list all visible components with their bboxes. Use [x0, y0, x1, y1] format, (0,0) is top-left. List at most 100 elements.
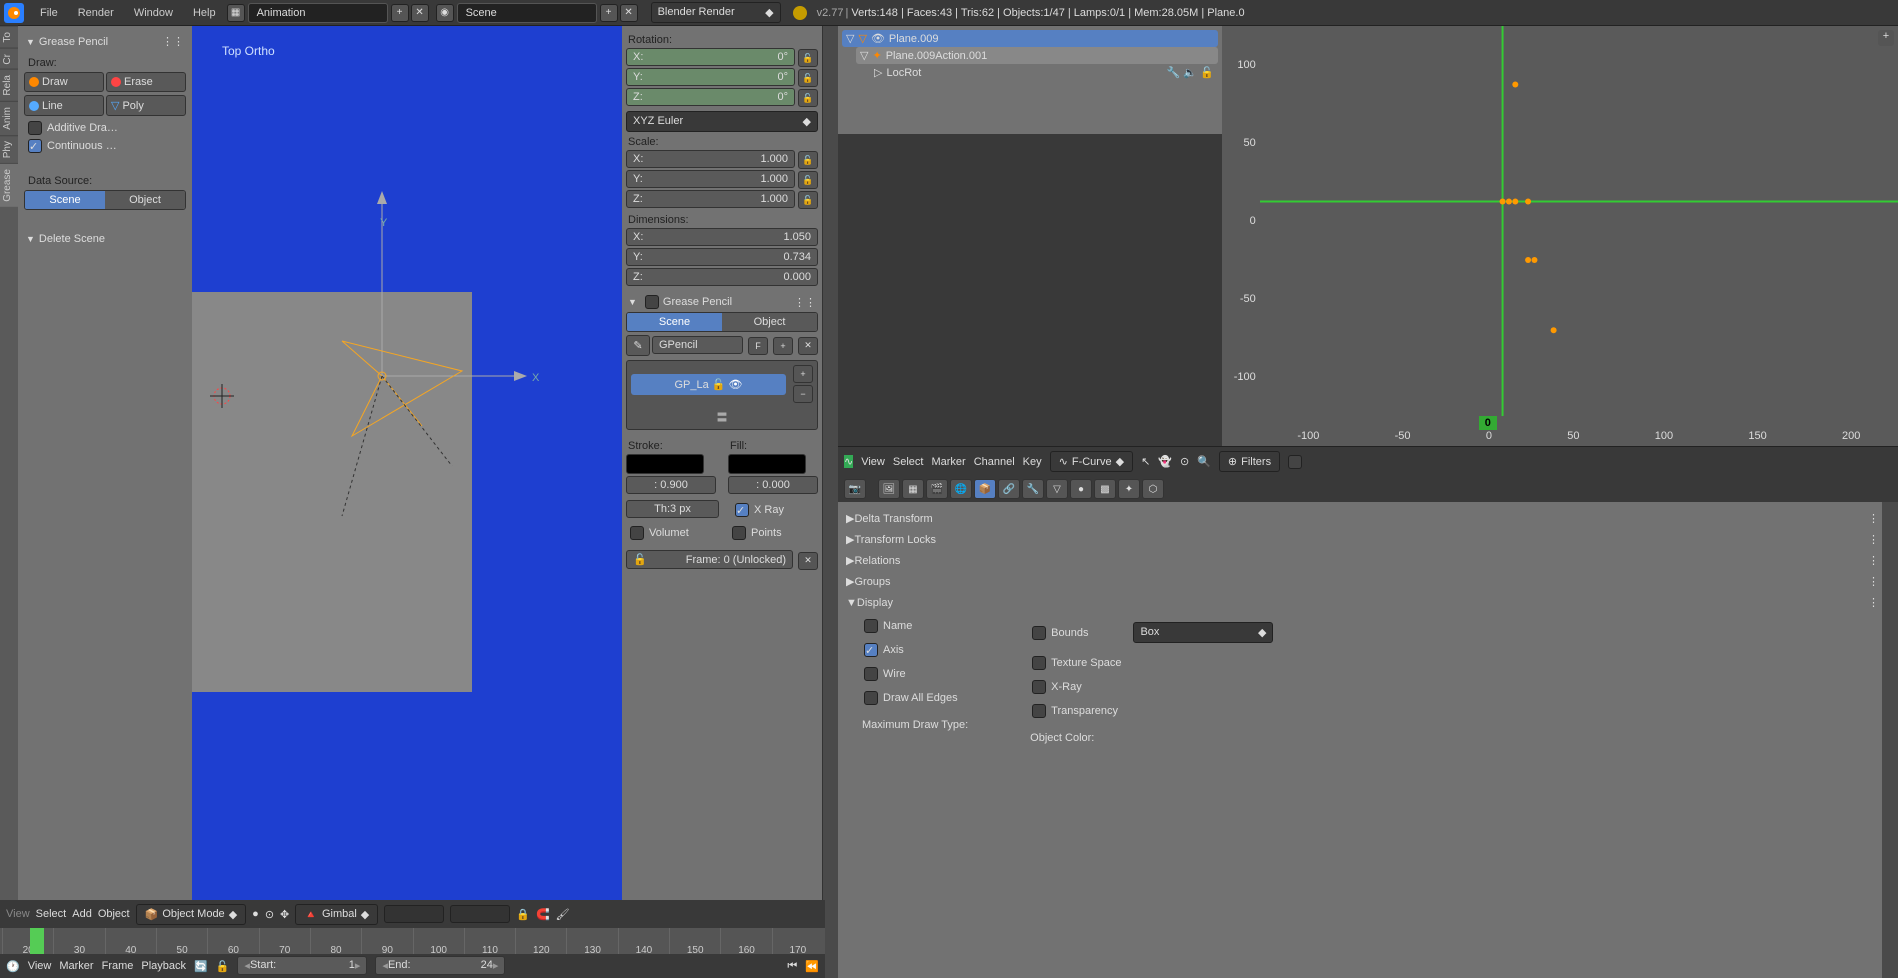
scale-y-field[interactable]: Y:1.000 [626, 170, 795, 188]
gp-datablock-field[interactable]: GPencil [652, 336, 743, 354]
outliner-locrot-row[interactable]: ▷LocRot🔧 🔈 🔓 [870, 64, 1218, 81]
graph-filters-button[interactable]: ⊕ Filters [1219, 451, 1280, 472]
properties-scrollbar[interactable] [1882, 502, 1898, 978]
scene-name-field[interactable]: Scene [457, 3, 597, 23]
gp-layer-remove[interactable]: − [793, 385, 813, 403]
vtab-relations[interactable]: Rela [0, 69, 18, 101]
start-frame-field[interactable]: ◂Start:1▸ [237, 956, 367, 975]
timeline-type-icon[interactable]: 🕐 [6, 960, 20, 973]
gp-line-button[interactable]: Line [24, 95, 104, 116]
display-bounds-checkbox[interactable]: BoundsBox◆ [1028, 617, 1277, 648]
graph-filter-check[interactable] [1288, 455, 1302, 469]
prop-tab-scene[interactable]: 🎬 [926, 479, 948, 499]
grease-pencil-panel-header[interactable]: ▼Grease Pencil⋮⋮ [24, 32, 186, 51]
gp-browse-icon[interactable]: ✎ [626, 335, 650, 356]
frame-lock-field[interactable]: 🔓 Frame: 0 (Unlocked) [626, 550, 793, 569]
menu-window[interactable]: Window [124, 3, 183, 23]
graph-menu-channel[interactable]: Channel [974, 456, 1015, 468]
stroke-color-swatch[interactable] [626, 454, 704, 474]
jump-start-button[interactable]: ⏮ [787, 960, 797, 973]
rot-z-field[interactable]: Z:0° [626, 88, 795, 106]
rot-x-lock[interactable]: 🔓 [798, 49, 818, 67]
display-edges-checkbox[interactable]: Draw All Edges [860, 689, 968, 707]
prop-tab-render2[interactable]: 🖼 [878, 479, 900, 499]
orientation-dropdown[interactable]: 🔺 Gimbal ◆ [295, 904, 378, 925]
lock-camera-icon[interactable]: 🔒 [516, 908, 530, 921]
prop-tab-world[interactable]: 🌐 [950, 479, 972, 499]
3d-viewport[interactable]: Top Ortho Y X (0) Plane.009 : Key 1 y x [192, 26, 622, 978]
prev-keyframe-button[interactable]: ⏪ [805, 960, 819, 973]
timeline-menu-view[interactable]: View [28, 960, 52, 972]
n-grease-pencil-header[interactable]: ▼Grease Pencil⋮⋮ [626, 292, 818, 312]
gp-add-button[interactable]: + [773, 337, 793, 355]
manipulator-button[interactable]: ✥ [280, 908, 289, 921]
graph-ghost-icon[interactable]: 👻 [1158, 455, 1172, 468]
graph-menu-marker[interactable]: Marker [931, 456, 965, 468]
prop-tab-modifiers[interactable]: 🔧 [1022, 479, 1044, 499]
vtab-physics[interactable]: Phy [0, 135, 18, 163]
scale-z-lock[interactable]: 🔓 [798, 191, 818, 209]
prop-tab-constraints[interactable]: 🔗 [998, 479, 1020, 499]
timeline-lock-icon[interactable]: 🔓 [216, 960, 230, 973]
menu-render[interactable]: Render [68, 3, 124, 23]
prop-tab-data[interactable]: ▽ [1046, 479, 1068, 499]
graph-menu-key[interactable]: Key [1023, 456, 1042, 468]
3dview-menu-object[interactable]: Object [98, 908, 130, 920]
additive-drawing-checkbox[interactable]: Additive Dra… [24, 119, 186, 137]
display-transparency-checkbox[interactable]: Transparency [1028, 702, 1277, 720]
delta-transform-header[interactable]: ▶Delta Transform⋮⋮ [844, 508, 1892, 529]
volumetric-checkbox[interactable]: Volumet [626, 524, 716, 542]
display-wire-checkbox[interactable]: Wire [860, 665, 968, 683]
gp-fake-user[interactable]: F [748, 337, 768, 355]
snap-icon[interactable]: 🧲 [536, 908, 550, 921]
layout-browse-icon[interactable]: ▦ [227, 4, 245, 22]
n-panel-scrollbar[interactable] [822, 26, 838, 978]
gp-source-toggle[interactable]: Scene Object [626, 312, 818, 332]
prop-tab-render[interactable]: 📷 [844, 479, 866, 499]
xray-checkbox[interactable]: ✓X Ray [731, 501, 818, 519]
3dview-menu-select[interactable]: Select [36, 908, 67, 920]
graph-menu-view[interactable]: View [861, 456, 885, 468]
gp-draw-button[interactable]: Draw [24, 72, 104, 92]
display-texspace-checkbox[interactable]: Texture Space [1028, 654, 1277, 672]
render-border-icon[interactable]: 🖌 [556, 908, 570, 921]
3dview-menu-add[interactable]: Add [72, 908, 92, 920]
timeline-menu-marker[interactable]: Marker [59, 960, 93, 972]
dim-z-field[interactable]: Z:0.000 [626, 268, 818, 286]
layout-add-button[interactable]: + [391, 4, 409, 22]
scale-y-lock[interactable]: 🔓 [798, 171, 818, 189]
dim-x-field[interactable]: X:1.050 [626, 228, 818, 246]
render-engine-dropdown[interactable]: Blender Render◆ [651, 2, 781, 23]
display-name-checkbox[interactable]: Name [860, 617, 968, 635]
prop-tab-object[interactable]: 📦 [974, 479, 996, 499]
rot-z-lock[interactable]: 🔓 [798, 89, 818, 107]
data-source-object[interactable]: Object [105, 191, 185, 209]
display-header[interactable]: ▼Display⋮⋮ [844, 592, 1892, 613]
display-xray-checkbox[interactable]: X-Ray [1028, 678, 1277, 696]
timeline-sync-icon[interactable]: 🔄 [194, 960, 208, 973]
graph-add-button[interactable]: + [1878, 30, 1894, 46]
graph-search-icon[interactable]: 🔍 [1197, 455, 1211, 468]
rot-x-field[interactable]: X:0° [626, 48, 795, 66]
delete-scene-panel-header[interactable]: ▼Delete Scene [24, 230, 186, 248]
transform-locks-header[interactable]: ▶Transform Locks⋮⋮ [844, 529, 1892, 550]
timeline-menu-playback[interactable]: Playback [141, 960, 186, 972]
shading-button[interactable]: ● [252, 908, 259, 920]
graph-mode-dropdown[interactable]: ∿ F-Curve ◆ [1050, 451, 1133, 472]
menu-help[interactable]: Help [183, 3, 226, 23]
frame-delete-button[interactable]: ✕ [798, 552, 818, 570]
rot-y-lock[interactable]: 🔓 [798, 69, 818, 87]
3dview-menu-view[interactable]: View [6, 908, 30, 920]
dim-y-field[interactable]: Y:0.734 [626, 248, 818, 266]
gp-remove-button[interactable]: ✕ [798, 337, 818, 355]
gp-erase-button[interactable]: Erase [106, 72, 186, 92]
thickness-field[interactable]: Th:3 px [626, 500, 719, 518]
fill-opacity-field[interactable]: : 0.000 [728, 476, 818, 494]
outliner-action-row[interactable]: ▽✦Plane.009Action.001 [856, 47, 1218, 64]
fill-color-swatch[interactable] [728, 454, 806, 474]
mode-dropdown[interactable]: 📦 Object Mode ◆ [136, 904, 247, 925]
layers-widget[interactable] [384, 905, 444, 923]
graph-editor-type-icon[interactable]: ∿ [844, 455, 853, 468]
graph-editor[interactable]: 100 50 0 -50 -100 0 -100-50050100150200 … [1222, 26, 1898, 446]
rotation-mode-dropdown[interactable]: XYZ Euler◆ [626, 111, 818, 132]
